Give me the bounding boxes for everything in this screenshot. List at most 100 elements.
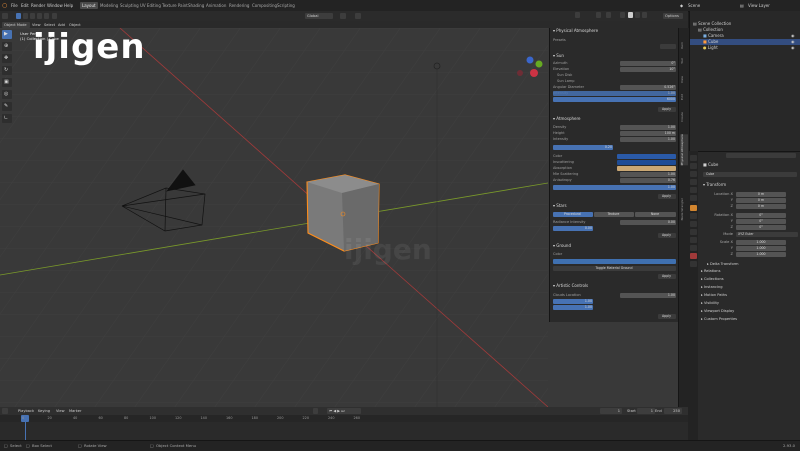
workspace-tab-rendering[interactable]: Rendering [227,2,251,9]
transform-tool-icon[interactable]: ◎ [2,90,12,99]
blender-logo-icon[interactable]: ○ [2,2,7,9]
measure-tool-icon[interactable]: ∟ [2,114,12,123]
sun-disk-checkbox[interactable]: Sun Disk [557,73,680,78]
physics-tab-icon[interactable] [690,229,697,235]
sun-section-header[interactable]: ▾ Sun [553,53,676,59]
visibility-section[interactable]: ▸ Visibility [701,301,719,305]
night-intensity-field[interactable]: 0.20 [553,145,613,150]
temperature-field[interactable]: 6000 [553,97,676,102]
select-intersect-icon[interactable] [52,13,57,19]
shading-solid-icon[interactable] [628,12,633,18]
timeline-menu-keying[interactable]: Keying [36,408,52,414]
modifier-tab-icon[interactable] [690,213,697,219]
menu-edit[interactable]: Edit [21,3,29,8]
rotation-x-field[interactable]: 0° [736,213,786,218]
cursor-tool-icon[interactable]: ⊕ [2,42,12,51]
properties-search-input[interactable] [726,153,796,158]
3d-viewport[interactable]: ijigen [0,28,548,407]
anisotropy-field[interactable]: 0.76 [620,178,676,183]
atmosphere-section-header[interactable]: ▾ Atmosphere [553,116,676,122]
atm-intensity-field[interactable]: 1.00 [620,137,676,142]
radiance-intensity-field[interactable]: 0.00 [620,220,676,225]
workspace-tab-animation[interactable]: Animation [204,2,228,9]
end-frame-field[interactable]: 250 [664,408,682,414]
editor-type-icon[interactable] [2,13,8,19]
sun-elevation-field[interactable]: 10° [620,67,676,72]
clouds-location-field[interactable]: 1.00 [620,293,676,298]
select-invert-icon[interactable] [44,13,49,19]
sidebar-tab-create[interactable]: Create [680,112,688,122]
timeline-menu-marker[interactable]: Marker [67,408,83,414]
current-frame-field[interactable]: 1 [600,408,622,414]
eye-icon[interactable]: ◉ [791,33,795,38]
stars-tab-none[interactable]: None [635,212,676,217]
stars-section-header[interactable]: ▾ Stars [553,203,676,209]
select-tool-icon[interactable]: ▶ [2,30,12,39]
ground-section-header[interactable]: ▾ Ground [553,243,676,249]
collections-section[interactable]: ▸ Collections [701,277,724,281]
sidebar-tab-edit[interactable]: Edit [680,94,688,100]
scale-z-field[interactable]: 1.000 [736,252,786,257]
workspace-tab-layout[interactable]: Layout [80,2,98,9]
viewport-display-section[interactable]: ▸ Viewport Display [701,309,734,313]
workspace-tab-scripting[interactable]: Scripting [275,2,297,9]
eye-icon[interactable]: ◉ [791,39,795,44]
eye-icon[interactable]: ◉ [791,45,795,50]
instancing-section[interactable]: ▸ Instancing [701,285,723,289]
transform-orientation-dropdown[interactable]: Global [305,13,329,19]
select-extend-icon[interactable] [30,13,35,19]
transform-section-header[interactable]: ▾ Transform [703,182,726,187]
sidebar-tab-item[interactable]: Item [680,42,688,49]
menu-help[interactable]: Help [64,3,73,8]
menu-window[interactable]: Window [47,3,63,8]
sun-lamp-checkbox[interactable]: Sun Lamp [557,79,680,84]
preset-dropdown[interactable] [660,44,676,49]
location-x-field[interactable]: 0 m [736,192,786,197]
stars-tab-procedural[interactable]: Procedural [553,212,593,217]
scale-y-field[interactable]: 1.000 [736,246,786,251]
ground-apply-button[interactable]: Apply [658,274,676,279]
view-layer-tab-icon[interactable] [690,179,697,185]
playback-controls[interactable]: ⏮ ◀ ▶ ⏭ [327,408,361,414]
snap-icon[interactable] [340,13,346,19]
select-subtract-icon[interactable] [37,13,42,19]
rotation-mode-dropdown[interactable]: XYZ Euler [736,232,798,237]
artistic-apply-button[interactable]: Apply [658,314,676,319]
record-icon[interactable] [313,408,318,414]
constraints-tab-icon[interactable] [690,237,697,243]
timeline-menu-view[interactable]: View [54,408,67,414]
angular-diameter-field[interactable]: 0.526° [620,85,676,90]
stars-tab-texture[interactable]: Texture [594,212,634,217]
particles-tab-icon[interactable] [690,221,697,227]
outliner-item-light[interactable]: ● Light [690,45,800,51]
sun-intensity-field[interactable]: 1.00 [553,91,676,96]
world-tab-icon[interactable] [690,195,697,201]
artistic-section-header[interactable]: ▾ Artistic Controls [553,283,676,289]
timeline-editor-type-icon[interactable] [2,408,8,414]
scale-x-field[interactable]: 1.000 [736,240,786,245]
inscattering-swatch[interactable] [617,160,676,165]
material-tab-icon[interactable] [690,253,697,259]
motion-paths-section[interactable]: ▸ Motion Paths [701,293,727,297]
location-z-field[interactable]: 0 m [736,204,786,209]
density-field[interactable]: 1.00 [620,125,676,130]
location-y-field[interactable]: 0 m [736,198,786,203]
gizmo-icon[interactable] [596,12,601,18]
shading-material-icon[interactable] [635,12,640,18]
stars-apply-button[interactable]: Apply [658,233,676,238]
proportional-edit-icon[interactable] [355,13,361,19]
mode-dropdown[interactable]: Object Mode [2,21,30,28]
sunset-field[interactable]: 1.00 [553,299,593,304]
tool-tab-icon[interactable] [690,155,697,161]
stars-amount-field[interactable]: 0.00 [553,226,593,231]
timeline-menu-playback[interactable]: Playback [16,408,36,414]
height-field[interactable]: 100 m [620,131,676,136]
relations-section[interactable]: ▸ Relations [701,269,720,273]
mie-scattering-field[interactable]: 1.00 [620,172,676,177]
scale-tool-icon[interactable]: ▣ [2,78,12,87]
view-layer-selector[interactable]: View Layer [748,3,770,8]
select-mode-icon[interactable] [23,13,28,19]
sidebar-tab-node-wrangler[interactable]: Node Wrangler [680,198,688,220]
menu-file[interactable]: File [11,3,18,8]
sidebar-tab-tool[interactable]: Tool [680,58,688,64]
